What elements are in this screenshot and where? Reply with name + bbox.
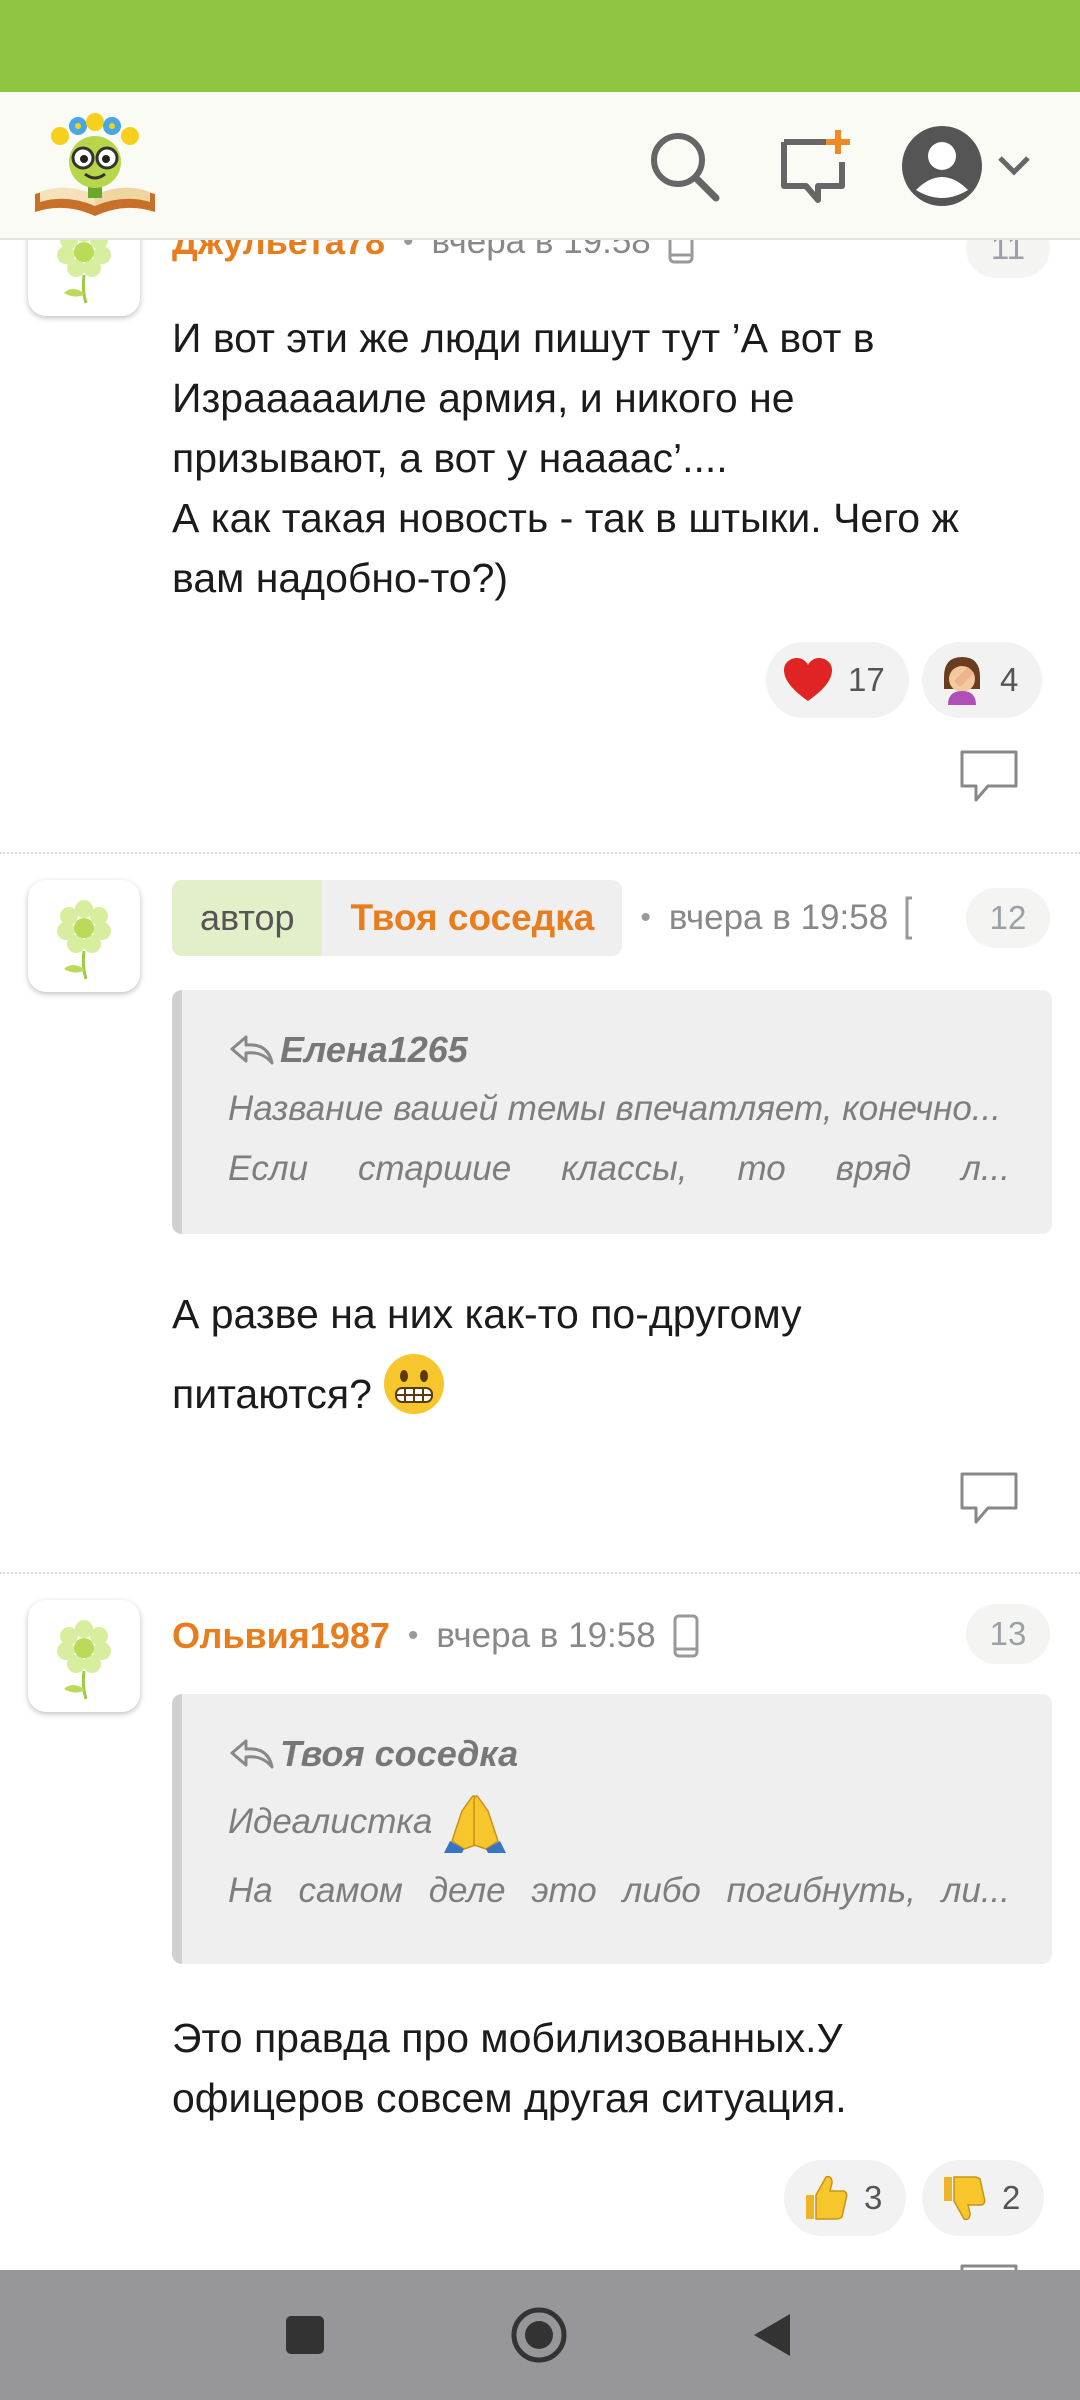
status-bar (0, 0, 1080, 92)
heart-icon (782, 657, 834, 703)
reply-arrow-icon (230, 1035, 274, 1065)
grimacing-emoji-icon (382, 1352, 446, 1416)
comment-meta: Ольвия1987 • вчера в 19:58 (172, 1606, 700, 1666)
avatar[interactable] (28, 240, 140, 316)
comment-author[interactable]: Джульета78 (172, 240, 385, 263)
user-avatar-icon[interactable] (900, 124, 984, 208)
comment-divider (0, 852, 1080, 854)
site-logo[interactable] (30, 106, 160, 224)
comment-text-line: вам надобно-то?) (172, 555, 509, 601)
mobile-device-icon (668, 240, 694, 264)
separator-dot: • (640, 901, 651, 934)
quote-author: Твоя соседка (228, 1732, 1010, 1776)
mobile-device-icon (905, 896, 913, 940)
reaction-facepalm[interactable]: 4 (922, 642, 1043, 718)
triangle-back-icon[interactable] (750, 2310, 794, 2360)
quote-author: Елена1265 (228, 1028, 1010, 1072)
reply-icon[interactable] (958, 748, 1020, 804)
quote-block[interactable]: Елена1265 Название вашей темы впечатляет… (172, 990, 1052, 1234)
search-icon[interactable] (642, 124, 726, 208)
mobile-device-icon (673, 1614, 699, 1658)
comment-text-line: А как такая новость - так в штыки. Чего … (172, 495, 959, 541)
thumbs-up-icon (800, 2173, 850, 2223)
chevron-down-icon[interactable] (994, 124, 1034, 208)
comment-number-badge[interactable]: 12 (966, 888, 1050, 948)
quote-line: Если старшие классы, то вряд л... (228, 1149, 1010, 1188)
quote-line: Название вашей темы впечатляет, конечно.… (228, 1089, 1001, 1128)
quote-line: Идеалистка (228, 1790, 1010, 1854)
separator-dot: • (407, 1619, 419, 1652)
quote-author-name: Елена1265 (280, 1029, 468, 1070)
role-tag: автор (172, 880, 323, 956)
reply-icon[interactable] (958, 2262, 1020, 2270)
folded-hands-emoji-icon (442, 1791, 508, 1853)
comment-text: А разве на них как-то по-другому питаютс… (172, 1274, 1052, 1434)
comment-divider (0, 1572, 1080, 1574)
reaction-count: 17 (848, 661, 885, 698)
reaction-heart[interactable]: 17 (766, 642, 909, 718)
facepalm-icon (938, 655, 986, 705)
system-nav-bar (0, 2270, 1080, 2400)
comment-author[interactable]: Твоя соседка (322, 880, 622, 956)
avatar[interactable] (28, 880, 140, 992)
comment-text-line: призывают, а вот у нааааc’.... (172, 435, 728, 481)
circle-icon[interactable] (510, 2306, 568, 2364)
quote-author-name: Твоя соседка (280, 1733, 519, 1774)
comment-time: вчера в 19:58 (431, 240, 651, 261)
comment-text-line: Это правда про мобилизованных.У (172, 2015, 843, 2061)
reply-arrow-icon (230, 1739, 274, 1769)
author-tag: автор Твоя соседка (172, 880, 623, 956)
square-icon[interactable] (284, 2314, 326, 2356)
comment-text-line: И вот эти же люди пишут тут ’А вот в (172, 315, 875, 361)
comment-text-line: Израааааиле армия, и никого не (172, 375, 795, 421)
comment-number-badge[interactable]: 11 (966, 240, 1050, 278)
comment-time: вчера в 19:58 (436, 1616, 656, 1655)
comment-number-badge[interactable]: 13 (966, 1604, 1050, 1664)
reaction-thumbs-up[interactable]: 3 (784, 2160, 907, 2236)
reaction-count: 2 (1002, 2179, 1021, 2216)
quote-line-text: Идеалистка (228, 1802, 433, 1841)
separator-dot: • (402, 240, 414, 258)
new-message-icon[interactable] (772, 124, 856, 208)
comment-meta: автор Твоя соседка • вчера в 19:58 (172, 880, 914, 956)
comment-meta: Джульета78 • вчера в 19:58 (172, 240, 695, 272)
quote-block[interactable]: Твоя соседка Идеалистка На самом деле эт… (172, 1694, 1052, 1964)
reply-icon[interactable] (958, 1470, 1020, 1526)
thumbs-down-icon (938, 2173, 988, 2223)
comment-text: И вот эти же люди пишут тут ’А вот в Изр… (172, 308, 1052, 608)
comment-time: вчера в 19:58 (668, 898, 889, 937)
reaction-count: 4 (1000, 661, 1019, 698)
quote-line: На самом деле это либо погибнуть, ли... (228, 1871, 1010, 1910)
comment-author[interactable]: Ольвия1987 (172, 1615, 390, 1657)
reaction-thumbs-down[interactable]: 2 (922, 2160, 1045, 2236)
app-header (0, 92, 1080, 240)
comment-text-line: офицеров совсем другая ситуация. (172, 2075, 847, 2121)
reaction-count: 3 (864, 2179, 883, 2216)
comment-text-line: питаются? (172, 1354, 1052, 1434)
comment-text-line: питаются? (172, 1371, 372, 1417)
comment-text: Это правда про мобилизованных.У офицеров… (172, 2008, 1052, 2128)
comments-feed: Джульета78 • вчера в 19:58 11 И вот эти … (0, 240, 1080, 2270)
comment-text-line: А разве на них как-то по-другому (172, 1291, 802, 1337)
avatar[interactable] (28, 1600, 140, 1712)
